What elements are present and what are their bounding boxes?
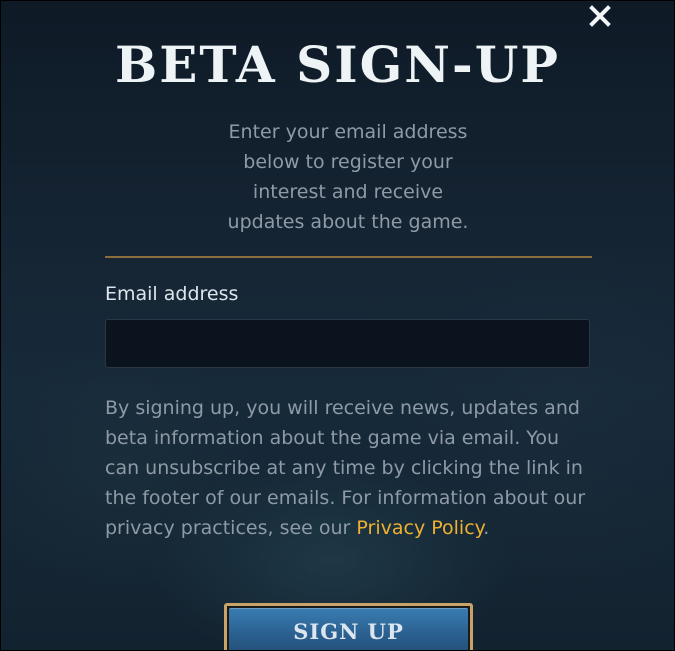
disclaimer-text: By signing up, you will receive news, up…: [105, 393, 597, 543]
modal-title: BETA SIGN-UP: [115, 35, 560, 94]
disclaimer-body: By signing up, you will receive news, up…: [105, 397, 586, 539]
intro-line: interest and receive: [252, 181, 444, 203]
close-button[interactable]: [587, 3, 613, 29]
sign-up-button-face: SIGN UP: [229, 608, 468, 650]
email-label: Email address: [105, 283, 239, 305]
intro-line: below to register your: [243, 151, 453, 173]
intro-text: Enter your email address below to regist…: [223, 117, 473, 237]
intro-line: Enter your email address: [228, 121, 468, 143]
sign-up-button[interactable]: SIGN UP: [224, 603, 473, 650]
sign-up-label: SIGN UP: [293, 619, 404, 644]
intro-line: updates about the game.: [227, 211, 469, 233]
close-icon: [589, 5, 611, 27]
gold-divider: [105, 256, 592, 258]
privacy-policy-link[interactable]: Privacy Policy: [356, 517, 483, 539]
beta-signup-modal: BETA SIGN-UP Enter your email address be…: [0, 0, 675, 651]
disclaimer-end: .: [483, 517, 490, 539]
email-input[interactable]: [105, 319, 590, 368]
